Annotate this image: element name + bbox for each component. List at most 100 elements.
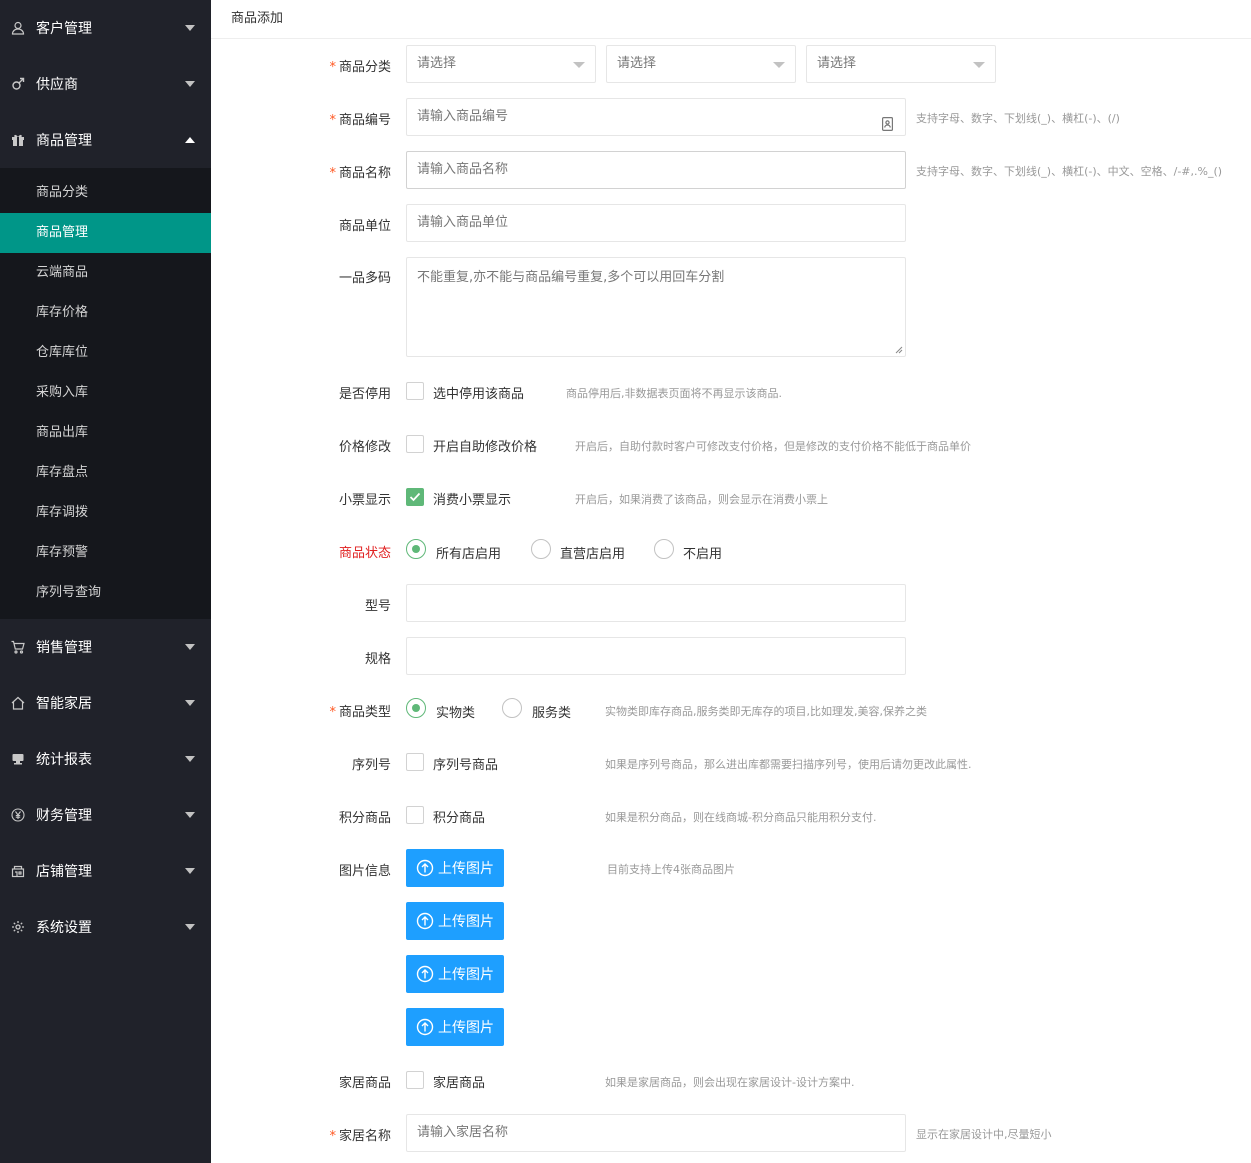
products-submenu: 商品分类 商品管理 云端商品 库存价格 仓库库位 采购入库 商品出库 库存盘点 …: [0, 168, 211, 619]
male-icon: [10, 76, 26, 92]
checkbox-label[interactable]: 开启自助修改价格: [433, 436, 537, 455]
nav-group-reports[interactable]: 统计报表: [0, 731, 211, 787]
disable-product-checkbox[interactable]: [406, 382, 424, 400]
category-select-2[interactable]: 请选择: [606, 45, 796, 83]
upload-icon: [416, 859, 434, 877]
field-label: 家居商品: [338, 1076, 391, 1091]
radio-label[interactable]: 所有店启用: [436, 543, 501, 562]
upload-icon: [416, 965, 434, 983]
receipt-display-checkbox[interactable]: [406, 488, 424, 506]
status-radio-all-stores[interactable]: [406, 539, 426, 559]
user-icon: [10, 20, 26, 36]
row-model: 型号: [211, 584, 1251, 622]
upload-image-button-2[interactable]: 上传图片: [406, 902, 504, 940]
nav-group-label: 统计报表: [36, 752, 92, 768]
required-star: *: [329, 166, 336, 181]
upload-image-button-4[interactable]: 上传图片: [406, 1008, 504, 1046]
price-edit-checkbox[interactable]: [406, 435, 424, 453]
nav-group-customers[interactable]: 客户管理: [0, 0, 211, 56]
chevron-down-icon: [185, 644, 195, 650]
nav-group-suppliers[interactable]: 供应商: [0, 56, 211, 112]
checkbox-label[interactable]: 消费小票显示: [433, 489, 511, 508]
serial-product-tip: 如果是序列号商品，那么进出库都需要扫描序列号，使用后请勿更改此属性.: [605, 758, 972, 771]
checkbox-label[interactable]: 家居商品: [433, 1072, 485, 1091]
gift-icon: [10, 132, 26, 148]
row-disabled: 是否停用 选中停用该商品 商品停用后,非数据表页面将不再显示该商品.: [211, 380, 1251, 402]
nav-group-shops[interactable]: 店铺管理: [0, 843, 211, 899]
radio-label[interactable]: 服务类: [532, 702, 571, 721]
check-icon: [409, 492, 421, 502]
contact-card-icon[interactable]: [882, 110, 894, 146]
row-category: * 商品分类 请选择 请选择 请选择: [211, 45, 1251, 83]
home-name-input[interactable]: 请输入家居名称: [406, 1114, 906, 1152]
nav-group-settings[interactable]: 系统设置: [0, 899, 211, 955]
required-star: *: [329, 705, 336, 720]
radio-label[interactable]: 不启用: [683, 543, 722, 562]
report-icon: [10, 751, 26, 767]
product-name-input[interactable]: 请输入商品名称: [406, 151, 906, 189]
field-label: 序列号: [351, 758, 391, 773]
sidebar-item-stock-out[interactable]: 商品出库: [0, 413, 211, 453]
row-home-name: * 家居名称 请输入家居名称 显示在家居设计中,尽量短小: [211, 1114, 1251, 1152]
sidebar-item-stock-alert[interactable]: 库存预警: [0, 533, 211, 573]
sidebar-item-serial-query[interactable]: 序列号查询: [0, 573, 211, 613]
type-radio-physical[interactable]: [406, 698, 426, 718]
sidebar-item-cloud-products[interactable]: 云端商品: [0, 253, 211, 293]
nav-group-label: 系统设置: [36, 920, 92, 936]
sidebar-item-category[interactable]: 商品分类: [0, 173, 211, 213]
product-code-input[interactable]: 请输入商品编号: [406, 98, 906, 136]
nav-group-label: 供应商: [36, 77, 78, 93]
home-icon: [10, 695, 26, 711]
field-label: 是否停用: [338, 387, 391, 402]
model-input[interactable]: [406, 584, 906, 622]
gear-icon: [10, 919, 26, 935]
resize-grip-icon[interactable]: [895, 346, 903, 354]
checkbox-label[interactable]: 序列号商品: [433, 754, 498, 773]
row-code: * 商品编号 请输入商品编号 支持字母、数字、下划线(_)、横杠(-)、(/): [211, 98, 1251, 136]
chevron-down-icon: [573, 62, 585, 68]
row-name: * 商品名称 请输入商品名称 支持字母、数字、下划线(_)、横杠(-)、中文、空格…: [211, 151, 1251, 189]
radio-label[interactable]: 实物类: [436, 702, 475, 721]
category-select-1[interactable]: 请选择: [406, 45, 596, 83]
nav-group-smart-home[interactable]: 智能家居: [0, 675, 211, 731]
spec-input[interactable]: [406, 637, 906, 675]
points-product-checkbox[interactable]: [406, 806, 424, 824]
field-label: 商品状态: [338, 546, 391, 561]
sidebar-item-purchase-in[interactable]: 采购入库: [0, 373, 211, 413]
chevron-down-icon: [973, 62, 985, 68]
status-radio-direct-stores[interactable]: [531, 539, 551, 559]
type-radio-service[interactable]: [502, 698, 522, 718]
checkbox-label[interactable]: 选中停用该商品: [433, 383, 524, 402]
row-receipt: 小票显示 消费小票显示 开启后，如果消费了该商品，则会显示在消费小票上: [211, 486, 1251, 508]
cart-icon: [10, 639, 26, 655]
home-goods-checkbox[interactable]: [406, 1071, 424, 1089]
points-product-tip: 如果是积分商品，则在线商城-积分商品只能用积分支付.: [605, 811, 877, 824]
nav-group-products[interactable]: 商品管理: [0, 112, 211, 168]
upload-image-button-1[interactable]: 上传图片: [406, 849, 504, 887]
field-label: 价格修改: [338, 440, 391, 455]
multi-code-textarea[interactable]: 不能重复,亦不能与商品编号重复,多个可以用回车分割: [406, 257, 906, 357]
nav-group-sales[interactable]: 销售管理: [0, 619, 211, 675]
sidebar-item-transfer[interactable]: 库存调拨: [0, 493, 211, 533]
row-unit: 商品单位 请输入商品单位: [211, 204, 1251, 242]
sidebar-item-warehouse[interactable]: 仓库库位: [0, 333, 211, 373]
nav-group-finance[interactable]: 财务管理: [0, 787, 211, 843]
sidebar-item-product-management[interactable]: 商品管理: [0, 213, 211, 253]
required-star: *: [329, 1129, 336, 1144]
field-label: * 商品编号: [329, 113, 391, 128]
field-label: 一品多码: [338, 271, 391, 286]
sidebar-item-stock-price[interactable]: 库存价格: [0, 293, 211, 333]
product-type-tip: 实物类即库存商品,服务类即无库存的项目,比如理发,美容,保养之类: [605, 705, 927, 718]
status-radio-disabled[interactable]: [654, 539, 674, 559]
upload-image-button-3[interactable]: 上传图片: [406, 955, 504, 993]
sidebar-item-stocktake[interactable]: 库存盘点: [0, 453, 211, 493]
sidebar: 客户管理 供应商 商品管理 商品分类 商品管理 云端商品 库存价格 仓库库位 采…: [0, 0, 211, 1163]
serial-product-checkbox[interactable]: [406, 753, 424, 771]
category-select-3[interactable]: 请选择: [806, 45, 996, 83]
checkbox-label[interactable]: 积分商品: [433, 807, 485, 826]
product-unit-input[interactable]: 请输入商品单位: [406, 204, 906, 242]
field-label: 商品单位: [338, 219, 391, 234]
radio-label[interactable]: 直营店启用: [560, 543, 625, 562]
row-price-edit: 价格修改 开启自助修改价格 开启后，自助付款时客户可修改支付价格，但是修改的支付…: [211, 433, 1251, 455]
nav-group-label: 客户管理: [36, 21, 92, 37]
